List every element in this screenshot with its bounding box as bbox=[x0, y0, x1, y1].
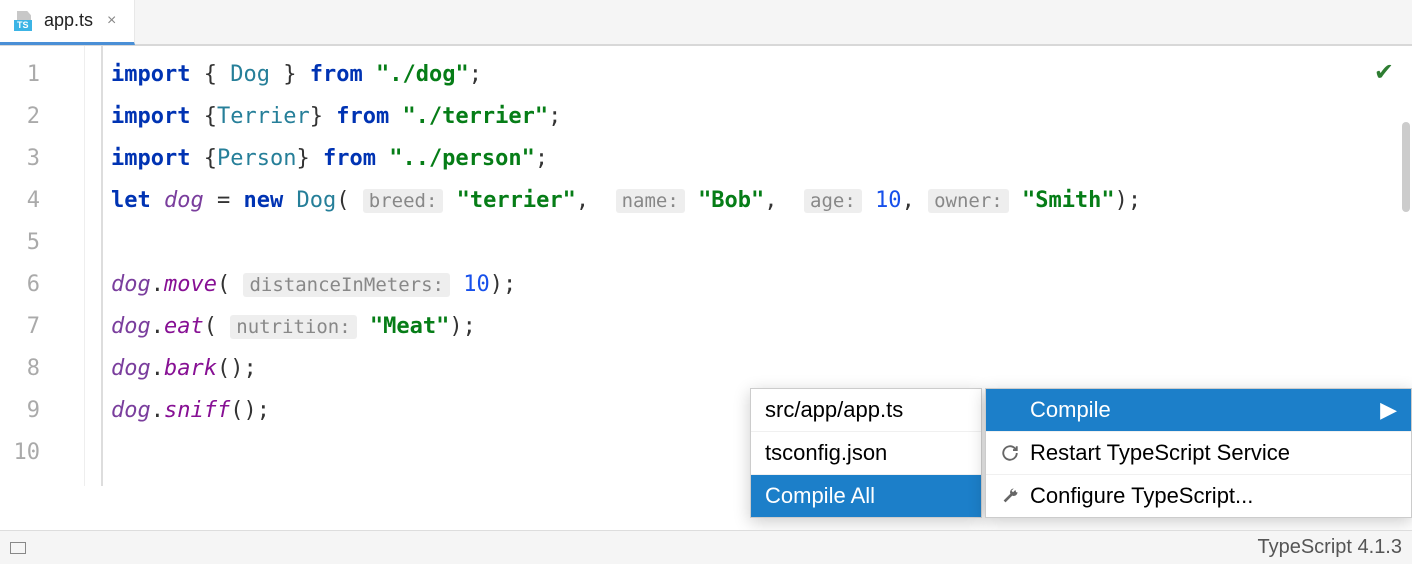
inspection-ok-icon[interactable]: ✔ bbox=[1374, 58, 1394, 87]
keyword: from bbox=[323, 146, 376, 171]
line-number: 3 bbox=[0, 138, 84, 180]
menu-item-configure[interactable]: Configure TypeScript... bbox=[986, 475, 1411, 517]
variable: dog bbox=[164, 188, 204, 213]
string-literal: "Meat" bbox=[370, 314, 449, 339]
menu-item-compile-file[interactable]: src/app/app.ts bbox=[751, 389, 981, 432]
method-call: move bbox=[164, 272, 217, 297]
parameter-hint: age: bbox=[804, 189, 862, 213]
method-call: eat bbox=[164, 314, 204, 339]
string-literal: "./terrier" bbox=[402, 104, 548, 129]
typescript-file-icon: TS bbox=[14, 11, 34, 31]
variable: dog bbox=[111, 314, 151, 339]
line-number: 4 bbox=[0, 180, 84, 222]
identifier: Terrier bbox=[217, 104, 310, 129]
code-line[interactable] bbox=[111, 222, 1141, 264]
menu-item-compile-tsconfig[interactable]: tsconfig.json bbox=[751, 432, 981, 475]
typescript-context-menu: Compile ▶ Restart TypeScript Service Con… bbox=[985, 388, 1412, 518]
parameter-hint: distanceInMeters: bbox=[243, 273, 449, 297]
string-literal: "Smith" bbox=[1022, 188, 1115, 213]
keyword: import bbox=[111, 146, 190, 171]
line-number: 2 bbox=[0, 96, 84, 138]
identifier: Dog bbox=[230, 62, 270, 87]
code-line[interactable]: let dog = new Dog( breed: "terrier", nam… bbox=[111, 180, 1141, 222]
method-call: sniff bbox=[164, 398, 230, 423]
code-line[interactable]: import { Dog } from "./dog"; bbox=[111, 54, 1141, 96]
code-line[interactable]: import {Person} from "../person"; bbox=[111, 138, 1141, 180]
status-bar: TypeScript 4.1.3 bbox=[0, 530, 1412, 564]
tool-window-icon bbox=[10, 542, 26, 554]
line-number: 7 bbox=[0, 306, 84, 348]
keyword: import bbox=[111, 104, 190, 129]
scrollbar-thumb[interactable] bbox=[1402, 122, 1410, 212]
string-literal: "./dog" bbox=[376, 62, 469, 87]
number-literal: 10 bbox=[463, 272, 490, 297]
parameter-hint: owner: bbox=[928, 189, 1009, 213]
keyword: let bbox=[111, 188, 151, 213]
keyword: new bbox=[244, 188, 284, 213]
parameter-hint: name: bbox=[616, 189, 685, 213]
menu-item-label: Configure TypeScript... bbox=[1030, 483, 1253, 509]
menu-item-label: Restart TypeScript Service bbox=[1030, 440, 1290, 466]
line-number: 8 bbox=[0, 348, 84, 390]
line-number: 5 bbox=[0, 222, 84, 264]
parameter-hint: nutrition: bbox=[230, 315, 356, 339]
code-line[interactable]: import {Terrier} from "./terrier"; bbox=[111, 96, 1141, 138]
variable: dog bbox=[111, 398, 151, 423]
compile-submenu: src/app/app.ts tsconfig.json Compile All bbox=[750, 388, 982, 518]
method-call: bark bbox=[164, 356, 217, 381]
editor-tab[interactable]: TS app.ts × bbox=[0, 0, 135, 45]
submenu-arrow-icon: ▶ bbox=[1380, 397, 1397, 423]
line-number: 10 bbox=[0, 432, 84, 474]
menu-item-label: Compile bbox=[1030, 397, 1111, 423]
menu-item-label: Compile All bbox=[765, 483, 875, 509]
status-left[interactable] bbox=[10, 542, 26, 554]
tab-bar: TS app.ts × bbox=[0, 0, 1412, 46]
menu-item-compile-all[interactable]: Compile All bbox=[751, 475, 981, 517]
variable: dog bbox=[111, 356, 151, 381]
identifier: Person bbox=[217, 146, 296, 171]
close-icon[interactable]: × bbox=[103, 10, 120, 32]
menu-item-label: src/app/app.ts bbox=[765, 397, 903, 423]
wrench-icon bbox=[1000, 486, 1020, 506]
string-literal: "../person" bbox=[389, 146, 535, 171]
parameter-hint: breed: bbox=[363, 189, 444, 213]
restart-icon bbox=[1000, 443, 1020, 463]
keyword: from bbox=[336, 104, 389, 129]
line-number-gutter: 1 2 3 4 5 6 7 8 9 10 bbox=[0, 46, 85, 486]
keyword: import bbox=[111, 62, 190, 87]
typescript-version-widget[interactable]: TypeScript 4.1.3 bbox=[1257, 536, 1402, 559]
code-line[interactable]: dog.move( distanceInMeters: 10); bbox=[111, 264, 1141, 306]
variable: dog bbox=[111, 272, 151, 297]
line-number: 1 bbox=[0, 54, 84, 96]
string-literal: "Bob" bbox=[698, 188, 764, 213]
line-number: 9 bbox=[0, 390, 84, 432]
menu-item-restart-service[interactable]: Restart TypeScript Service bbox=[986, 432, 1411, 475]
line-number: 6 bbox=[0, 264, 84, 306]
code-line[interactable]: dog.bark(); bbox=[111, 348, 1141, 390]
code-line[interactable]: dog.eat( nutrition: "Meat"); bbox=[111, 306, 1141, 348]
class-name: Dog bbox=[297, 188, 337, 213]
number-literal: 10 bbox=[875, 188, 902, 213]
string-literal: "terrier" bbox=[457, 188, 576, 213]
keyword: from bbox=[310, 62, 363, 87]
menu-item-label: tsconfig.json bbox=[765, 440, 887, 466]
menu-item-compile[interactable]: Compile ▶ bbox=[986, 389, 1411, 432]
tab-filename: app.ts bbox=[44, 10, 93, 31]
